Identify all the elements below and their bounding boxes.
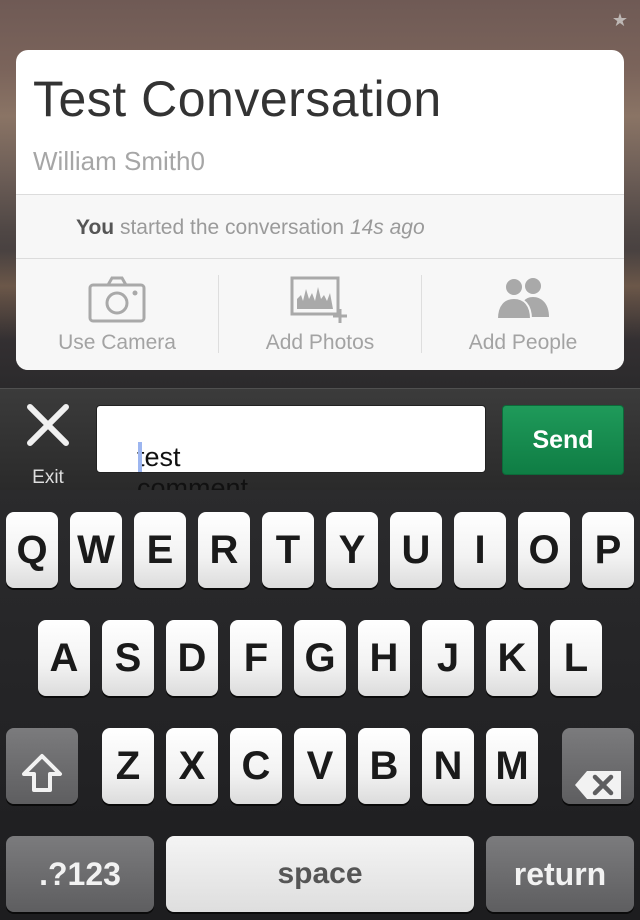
key-x[interactable]: X <box>166 728 218 804</box>
started-row: You started the conversation 14s ago <box>16 195 624 258</box>
use-camera-label: Use Camera <box>58 331 176 354</box>
star-icon[interactable]: ★ <box>612 10 628 31</box>
close-icon <box>26 403 70 452</box>
return-key[interactable]: return <box>486 836 634 912</box>
comment-bar: Exit test comment Send <box>0 388 640 503</box>
key-g[interactable]: G <box>294 620 346 696</box>
key-p[interactable]: P <box>582 512 634 588</box>
key-o[interactable]: O <box>518 512 570 588</box>
conversation-card: Test Conversation William Smith0 You sta… <box>16 50 624 370</box>
key-k[interactable]: K <box>486 620 538 696</box>
key-b[interactable]: B <box>358 728 410 804</box>
key-v[interactable]: V <box>294 728 346 804</box>
shift-icon <box>21 742 63 818</box>
key-i[interactable]: I <box>454 512 506 588</box>
key-r[interactable]: R <box>198 512 250 588</box>
key-n[interactable]: N <box>422 728 474 804</box>
key-w[interactable]: W <box>70 512 122 588</box>
add-photos-icon <box>290 275 350 330</box>
key-u[interactable]: U <box>390 512 442 588</box>
send-button[interactable]: Send <box>502 405 624 475</box>
started-message: started the conversation <box>119 216 345 239</box>
key-y[interactable]: Y <box>326 512 378 588</box>
add-photos-label: Add Photos <box>265 331 375 354</box>
key-s[interactable]: S <box>102 620 154 696</box>
backspace-key[interactable] <box>562 728 634 804</box>
exit-button[interactable]: Exit <box>20 399 76 488</box>
add-people-button[interactable]: Add People <box>422 259 624 370</box>
backspace-icon <box>573 750 623 826</box>
add-people-label: Add People <box>468 331 578 354</box>
started-who: You <box>76 216 115 239</box>
key-d[interactable]: D <box>166 620 218 696</box>
key-h[interactable]: H <box>358 620 410 696</box>
camera-icon <box>88 275 146 328</box>
started-text: You started the conversation 14s ago <box>76 216 425 240</box>
add-photos-button[interactable]: Add Photos <box>219 259 421 370</box>
exit-label: Exit <box>32 467 64 488</box>
space-key[interactable]: space <box>166 836 474 912</box>
key-z[interactable]: Z <box>102 728 154 804</box>
conversation-author: William Smith0 <box>33 146 205 176</box>
comment-input[interactable]: test comment <box>96 405 486 503</box>
key-l[interactable]: L <box>550 620 602 696</box>
started-time: 14s ago <box>349 216 425 239</box>
key-t[interactable]: T <box>262 512 314 588</box>
numbers-key[interactable]: .?123 <box>6 836 154 912</box>
use-camera-button[interactable]: Use Camera <box>16 259 218 370</box>
key-q[interactable]: Q <box>6 512 58 588</box>
conversation-title: Test Conversation <box>33 71 442 127</box>
add-people-icon <box>493 275 553 326</box>
text-caret <box>138 442 142 472</box>
shift-key[interactable] <box>6 728 78 804</box>
key-f[interactable]: F <box>230 620 282 696</box>
key-a[interactable]: A <box>38 620 90 696</box>
action-bar: Use Camera Add Photos Add People <box>16 259 624 370</box>
key-c[interactable]: C <box>230 728 282 804</box>
key-e[interactable]: E <box>134 512 186 588</box>
keyboard: Q W E R T Y U I O P A S D F G H J K L Z … <box>0 490 640 920</box>
key-j[interactable]: J <box>422 620 474 696</box>
key-m[interactable]: M <box>486 728 538 804</box>
